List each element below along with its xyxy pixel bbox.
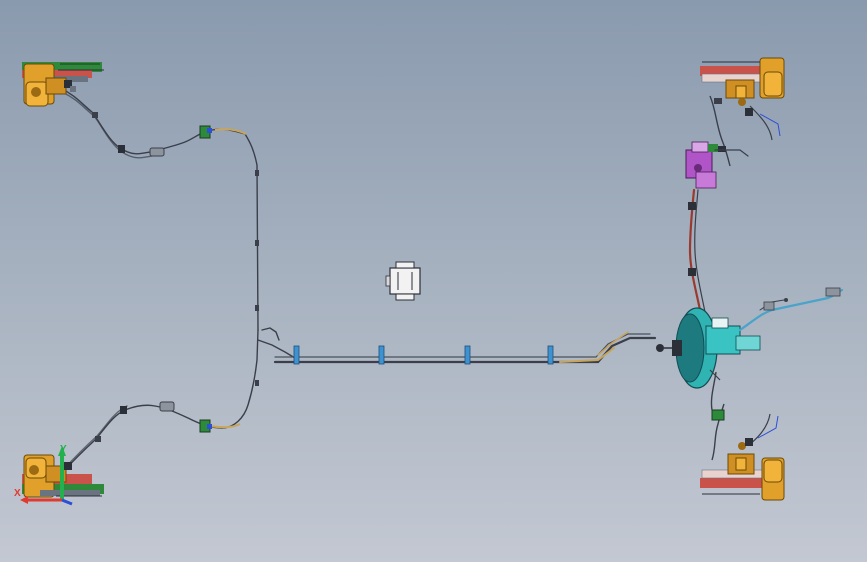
left-front-brake-assembly[interactable]	[22, 62, 104, 107]
right-rear-brake-assembly[interactable]	[700, 403, 785, 501]
left-brake-line-harness	[59, 87, 296, 476]
pedal-linkage-cable	[738, 287, 844, 332]
triad-x-label: X	[14, 488, 21, 499]
left-hose-segments	[209, 128, 247, 429]
brake-booster-master-cylinder[interactable]	[656, 307, 761, 411]
triad-y-label: Y	[60, 444, 67, 455]
brake-system-model[interactable]: Y X	[0, 0, 867, 562]
left-line-connectors	[92, 112, 259, 442]
abs-control-module[interactable]	[385, 261, 421, 301]
cad-viewport[interactable]: Y X	[0, 0, 867, 562]
abs-hydraulic-unit[interactable]	[685, 141, 726, 189]
